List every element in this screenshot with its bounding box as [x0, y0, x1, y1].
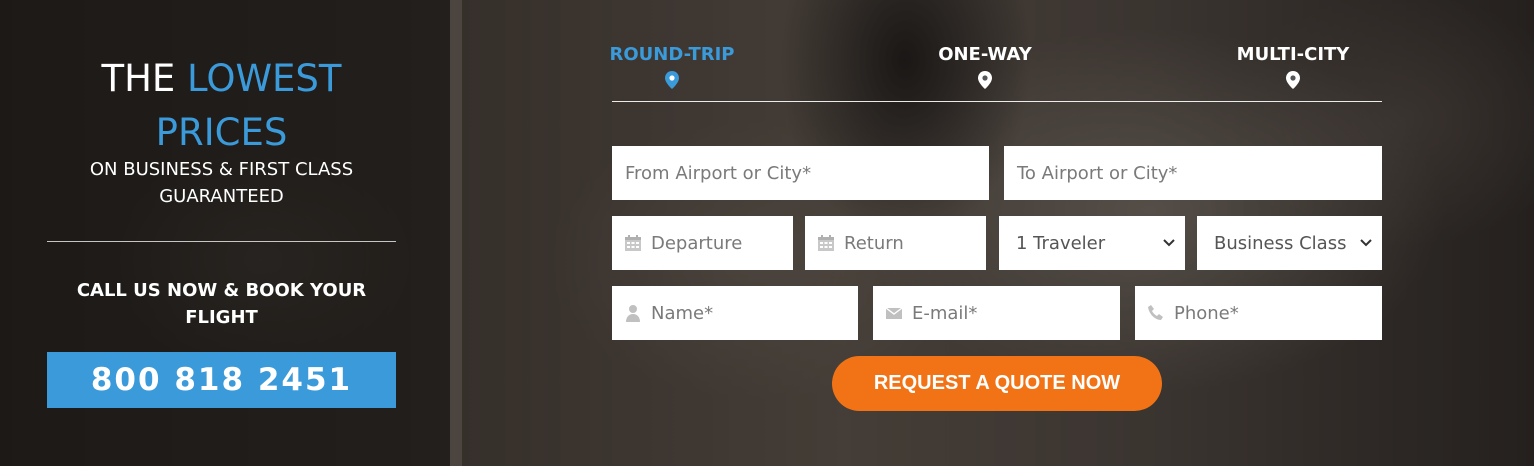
call-to-action-text: CALL US NOW & BOOK YOUR FLIGHT — [76, 280, 367, 328]
panel-divider — [450, 0, 462, 466]
travelers-value: 1 Traveler — [1016, 232, 1106, 254]
cabin-class-value: Business Class — [1214, 232, 1347, 254]
email-input[interactable]: E-mail* — [873, 286, 1120, 340]
name-input[interactable]: Name* — [612, 286, 858, 340]
departure-date-input[interactable]: Departure — [612, 216, 793, 270]
calendar-icon — [818, 235, 834, 251]
tab-label: ROUND-TRIP — [609, 44, 735, 65]
phone-input[interactable]: Phone* — [1135, 286, 1382, 340]
headline-text: THE — [101, 57, 188, 100]
trip-type-tabs: ROUND-TRIP ONE-WAY MULTI-CITY — [610, 44, 1382, 102]
name-placeholder: Name* — [651, 302, 714, 324]
phone-placeholder: Phone* — [1174, 302, 1239, 324]
tab-label: ONE-WAY — [938, 44, 1032, 65]
tab-one-way[interactable]: ONE-WAY — [905, 44, 1065, 89]
envelope-icon — [885, 307, 903, 319]
from-airport-input[interactable]: From Airport or City* — [612, 146, 989, 200]
return-date-input[interactable]: Return — [805, 216, 986, 270]
tab-round-trip[interactable]: ROUND-TRIP — [592, 44, 752, 89]
chevron-down-icon — [1360, 239, 1372, 247]
request-quote-button[interactable]: REQUEST A QUOTE NOW — [832, 356, 1162, 411]
calendar-icon — [625, 235, 641, 251]
map-pin-icon — [665, 71, 679, 89]
tab-label: MULTI-CITY — [1236, 44, 1350, 65]
email-placeholder: E-mail* — [912, 302, 978, 324]
cabin-class-select[interactable]: Business Class — [1197, 216, 1382, 270]
to-placeholder: To Airport or City* — [1017, 162, 1178, 184]
user-icon — [626, 305, 640, 322]
phone-icon — [1148, 305, 1163, 320]
promo-subline: ON BUSINESS & FIRST CLASS GUARANTEED — [89, 159, 354, 207]
map-pin-icon — [978, 71, 992, 89]
promo-divider — [47, 241, 396, 242]
from-placeholder: From Airport or City* — [625, 162, 812, 184]
return-placeholder: Return — [844, 232, 904, 254]
tab-multi-city[interactable]: MULTI-CITY — [1213, 44, 1373, 89]
promo-headline: THE LOWEST PRICES — [47, 52, 396, 160]
map-pin-icon — [1286, 71, 1300, 89]
chevron-down-icon — [1163, 239, 1175, 247]
departure-placeholder: Departure — [651, 232, 743, 254]
to-airport-input[interactable]: To Airport or City* — [1004, 146, 1382, 200]
travelers-select[interactable]: 1 Traveler — [999, 216, 1185, 270]
phone-number-button[interactable]: 800 818 2451 — [47, 352, 396, 408]
